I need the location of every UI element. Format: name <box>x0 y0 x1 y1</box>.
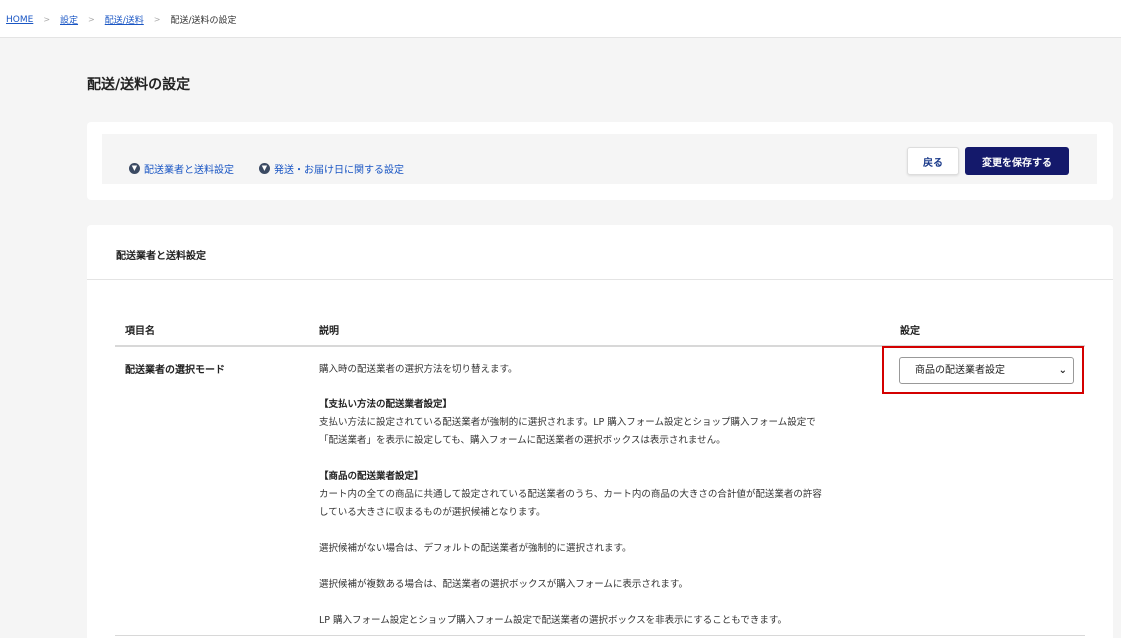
breadcrumb-shipping-link[interactable]: 配送/送料 <box>105 13 144 26</box>
row-label-carrier-mode: 配送業者の選択モード <box>125 365 225 376</box>
anchor-link-label: 発送・お届け日に関する設定 <box>274 165 404 176</box>
table-row-divider <box>115 635 1085 636</box>
top-bar: HOME > 設定 > 配送/送料 > 配送/送料の設定 <box>0 0 1121 38</box>
chevron-down-circle-icon: ▼ <box>129 163 140 174</box>
breadcrumb-separator: > <box>88 15 95 24</box>
page-title: 配送/送料の設定 <box>87 77 191 93</box>
description-line: 選択候補が複数ある場合は、配送業者の選択ボックスが購入フォームに表示されます。 <box>319 579 688 590</box>
description-line: カート内の全ての商品に共通して設定されている配送業者のうち、カート内の商品の大き… <box>319 489 822 500</box>
anchor-link-delivery-settings[interactable]: ▼ 発送・お届け日に関する設定 <box>259 161 404 176</box>
description-line: している大きさに収まるものが選択候補となります。 <box>319 507 546 518</box>
description-line: 選択候補がない場合は、デフォルトの配送業者が強制的に選択されます。 <box>319 543 632 554</box>
chevron-down-circle-icon: ▼ <box>259 163 270 174</box>
column-header-description: 説明 <box>319 326 339 337</box>
carrier-mode-select[interactable]: 商品の配送業者設定 ⌄ <box>899 357 1074 384</box>
breadcrumb-settings-link[interactable]: 設定 <box>60 13 78 26</box>
anchor-link-label: 配送業者と送料設定 <box>144 165 234 176</box>
save-changes-button[interactable]: 変更を保存する <box>965 147 1069 175</box>
description-heading: 【商品の配送業者設定】 <box>319 471 424 482</box>
breadcrumb-home-link[interactable]: HOME <box>6 15 33 25</box>
breadcrumb-separator: > <box>153 15 161 24</box>
description-heading: 【支払い方法の配送業者設定】 <box>319 399 453 410</box>
column-header-item: 項目名 <box>125 326 155 337</box>
column-header-setting: 設定 <box>900 326 920 337</box>
breadcrumb-current: 配送/送料の設定 <box>170 16 237 26</box>
chevron-down-icon: ⌄ <box>1058 365 1067 376</box>
toolbar-card: ▼ 配送業者と送料設定 ▼ 発送・お届け日に関する設定 戻る 変更を保存する <box>87 122 1113 200</box>
description-line: 「配送業者」を表示に設定しても、購入フォームに配送業者の選択ボックスは表示されま… <box>319 435 726 446</box>
anchor-link-carrier-settings[interactable]: ▼ 配送業者と送料設定 <box>129 161 234 176</box>
section-divider <box>87 279 1113 280</box>
description-line: 購入時の配送業者の選択方法を切り替えます。 <box>319 364 518 375</box>
breadcrumb-separator: > <box>43 15 51 24</box>
section-title: 配送業者と送料設定 <box>116 251 206 262</box>
carrier-settings-card: 配送業者と送料設定 項目名 説明 設定 配送業者の選択モード 購入時の配送業者の… <box>87 225 1113 638</box>
description-line: 支払い方法に設定されている配送業者が強制的に選択されます。LP 購入フォーム設定… <box>319 417 816 428</box>
back-button[interactable]: 戻る <box>907 147 959 175</box>
select-value: 商品の配送業者設定 <box>915 365 1005 376</box>
breadcrumb: HOME > 設定 > 配送/送料 > 配送/送料の設定 <box>6 13 237 27</box>
description-line: LP 購入フォーム設定とショップ購入フォーム設定で配送業者の選択ボックスを非表示… <box>319 615 787 626</box>
